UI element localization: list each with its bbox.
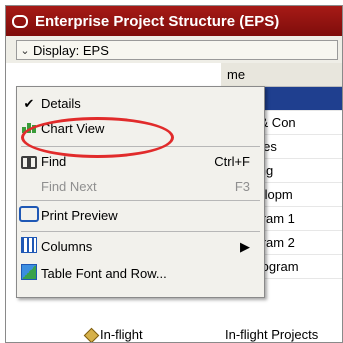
shortcut-label: Ctrl+F	[214, 154, 250, 169]
chart-view-highlight-ellipse	[21, 117, 174, 158]
column-header-name[interactable]: me	[221, 63, 342, 87]
title-bar: Enterprise Project Structure (EPS)	[6, 6, 342, 36]
table-row-in-flight[interactable]: In-flight In-flight Projects	[6, 325, 336, 342]
shortcut-label: F3	[234, 179, 250, 194]
menu-item-label: Columns	[41, 239, 93, 254]
window-title: Enterprise Project Structure (EPS)	[35, 12, 280, 30]
menu-item-details[interactable]: ✔ Details	[17, 92, 264, 115]
row-name: In-flight Projects	[225, 327, 319, 342]
menu-separator	[21, 200, 260, 201]
display-dropdown[interactable]: ⌄ Display: EPS	[16, 40, 338, 60]
columns-icon	[17, 237, 41, 256]
eps-window: Enterprise Project Structure (EPS) ⌄ Dis…	[5, 5, 343, 343]
menu-item-columns[interactable]: Columns ▶	[17, 235, 264, 258]
menu-item-label: Details	[41, 96, 81, 111]
menu-item-label: Table Font and Row...	[41, 266, 167, 281]
menu-item-table-font-and-row[interactable]: Table Font and Row...	[17, 262, 264, 285]
window-icon	[12, 14, 28, 28]
table-font-icon	[17, 264, 41, 283]
row-id: In-flight	[100, 327, 143, 342]
context-menu: ✔ Details Chart View Find Ctrl+F Find Ne…	[16, 86, 265, 298]
menu-item-label: Print Preview	[41, 208, 118, 223]
display-toolbar: ⌄ Display: EPS	[6, 36, 342, 63]
display-label: Display: EPS	[33, 42, 109, 58]
submenu-arrow-icon: ▶	[240, 238, 250, 254]
binoculars-icon	[17, 154, 41, 170]
eps-node-icon	[83, 327, 100, 342]
checkmark-icon: ✔	[23, 95, 35, 111]
menu-item-label: Find Next	[41, 179, 97, 194]
chevron-down-icon: ⌄	[20, 44, 30, 57]
menu-item-find-next[interactable]: Find Next F3	[17, 175, 264, 198]
menu-item-print-preview[interactable]: Print Preview	[17, 204, 264, 227]
printer-icon	[17, 206, 41, 225]
menu-separator	[21, 231, 260, 232]
